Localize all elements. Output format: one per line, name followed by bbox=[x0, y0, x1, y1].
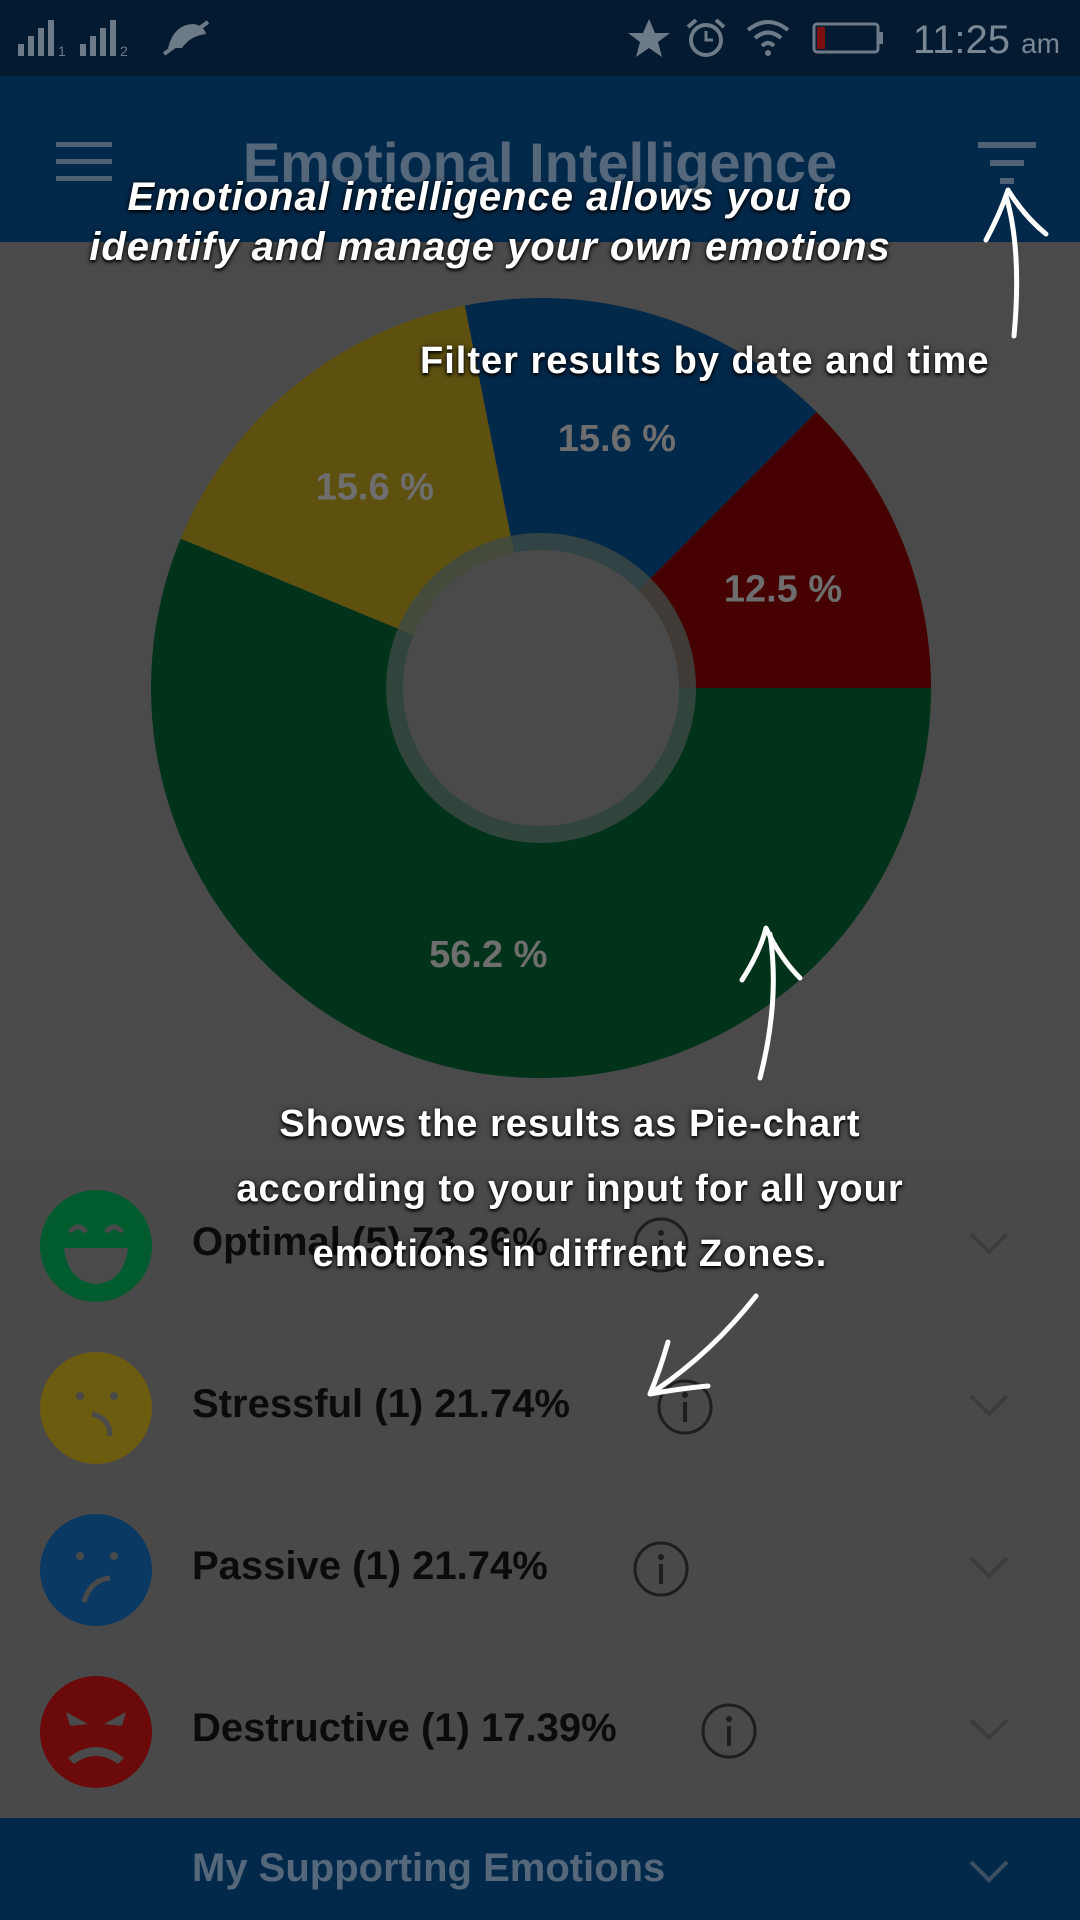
tutorial-arrows bbox=[647, 187, 1049, 1397]
arrow-to-list bbox=[653, 1293, 759, 1393]
arrow-to-filter bbox=[1003, 193, 1020, 339]
arrow-to-pie bbox=[757, 931, 776, 1081]
